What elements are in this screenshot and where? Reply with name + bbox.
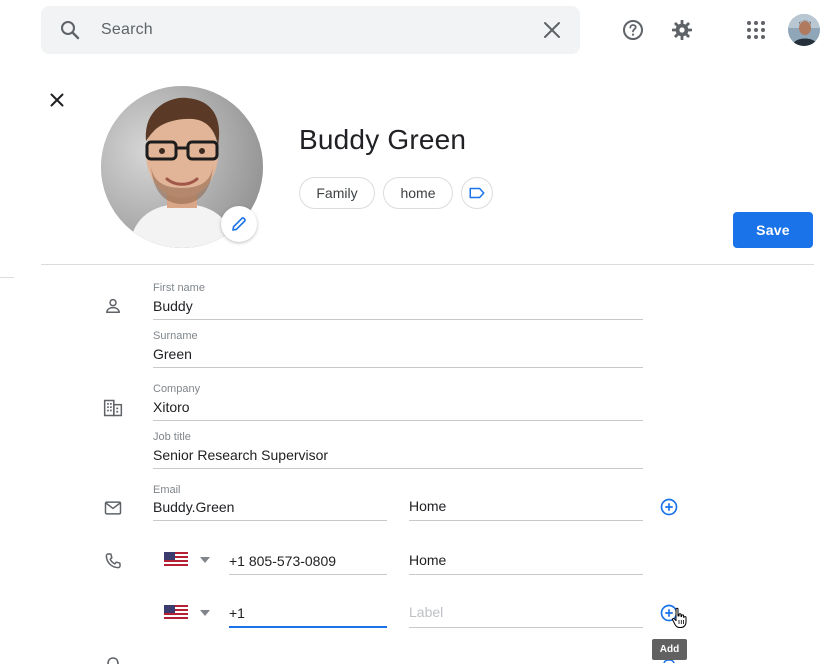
save-button[interactable]: Save: [733, 212, 813, 248]
apps-grid-icon[interactable]: [744, 18, 768, 42]
pencil-icon: [232, 217, 246, 231]
surname-label: Surname: [153, 330, 198, 342]
new-phone-label-placeholder[interactable]: Label: [409, 604, 443, 620]
phone-number-field[interactable]: +1 805-573-0809: [229, 536, 387, 575]
settings-gear-icon[interactable]: [670, 18, 694, 42]
close-icon[interactable]: [45, 88, 69, 112]
header-divider: [41, 264, 814, 265]
left-edge-divider: [0, 277, 14, 278]
company-value[interactable]: Xitoro: [153, 399, 190, 415]
contact-name: Buddy Green: [299, 124, 467, 155]
new-phone-number-value[interactable]: +1: [229, 605, 245, 621]
label-chip-family[interactable]: Family: [299, 177, 375, 209]
help-icon[interactable]: [621, 18, 645, 42]
email-icon: [104, 501, 122, 515]
person-icon: [106, 298, 120, 313]
surname-field[interactable]: Surname Green: [153, 328, 643, 368]
country-dropdown-arrow-icon[interactable]: [198, 555, 212, 565]
company-field[interactable]: Company Xitoro: [153, 381, 643, 421]
label-icon: [469, 187, 485, 199]
company-label: Company: [153, 383, 201, 395]
us-flag-icon[interactable]: [164, 552, 188, 566]
label-chip-home[interactable]: home: [383, 177, 453, 209]
first-name-label: First name: [153, 282, 205, 294]
email-type-field[interactable]: Home: [409, 482, 643, 521]
job-title-label: Job title: [153, 431, 191, 443]
account-avatar[interactable]: [788, 14, 820, 46]
email-value[interactable]: Buddy.Green: [153, 499, 234, 515]
email-label: Email: [153, 484, 181, 496]
job-title-value[interactable]: Senior Research Supervisor: [153, 447, 328, 463]
clear-search-icon[interactable]: [540, 18, 564, 42]
us-flag-icon[interactable]: [164, 605, 188, 619]
building-icon: [103, 399, 123, 417]
phone-type-field[interactable]: Home: [409, 536, 643, 575]
first-name-value[interactable]: Buddy: [153, 298, 193, 314]
new-phone-number-field[interactable]: +1: [229, 589, 387, 628]
phone-number-value[interactable]: +1 805-573-0809: [229, 553, 336, 569]
add-email-icon[interactable]: [659, 497, 679, 517]
phone-icon: [105, 553, 121, 569]
search-icon[interactable]: [58, 18, 82, 42]
email-field[interactable]: Email Buddy.Green: [153, 482, 387, 521]
location-icon: [107, 657, 119, 665]
email-type-value[interactable]: Home: [409, 498, 446, 514]
edit-photo-button[interactable]: [221, 206, 257, 242]
manage-labels-button[interactable]: [461, 177, 493, 209]
search-input[interactable]: Search: [101, 21, 153, 39]
country-dropdown-arrow-icon[interactable]: [198, 608, 212, 618]
job-title-field[interactable]: Job title Senior Research Supervisor: [153, 429, 643, 469]
surname-value[interactable]: Green: [153, 346, 192, 362]
search-bar[interactable]: Search: [41, 6, 580, 54]
add-tooltip: Add: [652, 639, 687, 660]
hand-cursor-icon: [671, 607, 687, 628]
first-name-field[interactable]: First name Buddy: [153, 280, 643, 320]
phone-type-value[interactable]: Home: [409, 552, 446, 568]
new-phone-label-field[interactable]: Label: [409, 589, 643, 628]
